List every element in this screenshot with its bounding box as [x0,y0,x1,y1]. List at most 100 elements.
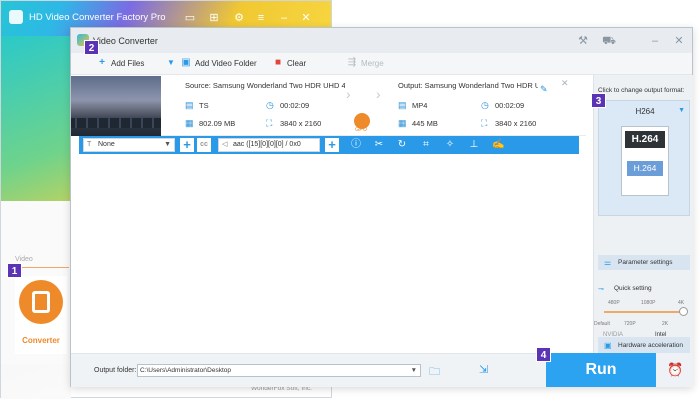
clock-icon: ◷ [481,100,489,110]
close-icon[interactable]: ✕ [671,33,687,49]
watermark-icon[interactable]: ⊥ [468,139,480,151]
run-button[interactable]: Run [546,353,656,387]
cart-icon[interactable]: ⛟ [601,33,617,49]
format-hint: Click to change output format: [598,87,685,94]
app-logo-icon [9,10,23,24]
cc-subtitle-icon[interactable]: cc [197,138,211,152]
open-folder-icon[interactable]: ⇲ [479,363,488,376]
intel-checkbox[interactable]: Intel [655,332,666,338]
callout-badge-1: 1 [7,263,22,278]
parameter-settings-label: Parameter settings [618,259,673,266]
parameter-settings-button[interactable]: ⚌ Parameter settings [598,255,690,270]
shop-icon[interactable]: ▭ [183,11,197,25]
add-audio-button[interactable]: + [325,138,339,152]
slider-fill [604,311,684,313]
merge-button[interactable]: ⇶ Merge [347,58,384,68]
tick-label: 2K [662,321,669,327]
trim-scissors-icon[interactable]: ✂ [373,139,385,151]
output-folder-field[interactable]: C:\Users\Administrator\Desktop ▼ [137,364,421,377]
format-icon: ▤ [398,100,407,110]
file-size-icon: ▦ [398,118,407,128]
tools-icon[interactable]: ⚒ [575,33,591,49]
slider-thumb[interactable] [679,307,688,316]
add-subtitle-button[interactable]: + [180,138,194,152]
clock-icon: ◷ [266,100,274,110]
minimize-icon[interactable]: – [277,11,291,25]
cart-icon[interactable]: ⊞ [207,11,221,25]
browse-folder-icon[interactable]: 🗀 [429,363,440,382]
alarm-clock-icon[interactable]: ⏰ [667,362,683,378]
callout-badge-2: 2 [84,40,99,55]
output-folder-label: Output folder: [94,367,137,374]
window-title: Video Converter [93,36,158,46]
trash-icon: ■ [274,57,282,68]
merge-icon: ⇶ [347,57,357,68]
toolbar: + Add Files ▼ ▣ Add Video Folder ■ Clear… [71,53,692,75]
slider-icon: ⊸ [598,286,604,293]
tick-label: 1080P [641,300,656,306]
menu-icon[interactable]: ≡ [254,11,268,25]
format-badge-light: H.264 [627,161,663,176]
output-duration: ◷ 00:02:09 [481,100,525,111]
resolution-icon: ⛶ [481,118,488,128]
output-format: ▤ MP4 [398,100,428,111]
add-video-folder-button[interactable]: ▣ Add Video Folder [181,57,256,68]
source-filename: Source: Samsung Wonderland Two HDR UHD 4… [185,81,345,90]
source-duration: ◷ 00:02:09 [266,100,310,111]
quick-setting-label: ⊸ Quick setting [598,285,652,293]
output-filename: Output: Samsung Wonderland Two HDR U... [398,81,538,90]
output-size: ▦ 445 MB [398,118,438,129]
window-titlebar: Video Converter ⚒ ⛟ – ✕ [71,28,692,53]
add-files-button[interactable]: + Add Files [97,58,144,68]
video-thumbnail[interactable] [71,76,161,136]
rotate-icon[interactable]: ↻ [396,139,408,151]
folder-plus-icon: ▣ [181,57,191,68]
audio-track-value: aac ([15][0][0][0] / 0x0 [233,141,301,148]
tick-label: 480P [608,300,620,306]
info-icon[interactable]: ⓘ [350,139,362,151]
output-format-selector[interactable]: H264 ▼ H.264 H.264 [598,100,690,216]
effects-icon[interactable]: ✧ [444,139,456,151]
sliders-icon: ⚌ [604,258,612,267]
hardware-acceleration-button[interactable]: ▣ Hardware acceleration [598,337,690,354]
rename-pencil-icon[interactable]: ✎ [540,84,548,95]
speaker-icon: ◁ [222,141,228,148]
clear-button[interactable]: ■ Clear [273,58,306,68]
subtitle-edit-icon[interactable]: ✍ [492,139,504,151]
output-folder-value: C:\Users\Administrator\Desktop [140,367,232,374]
crop-icon[interactable]: ⌗ [420,139,432,151]
chip-icon: ▣ [604,341,612,350]
add-files-dropdown-icon[interactable]: ▼ [167,58,175,67]
hardware-acceleration-label: Hardware acceleration [618,342,684,349]
format-icon: ▤ [185,100,194,110]
bottom-bar: Output folder: C:\Users\Administrator\De… [71,353,546,387]
film-converter-icon [19,280,63,324]
tick-label: 4K [678,300,685,306]
chevron-down-icon: ▼ [410,367,417,374]
output-format-panel: Click to change output format: H264 ▼ H.… [593,75,693,354]
output-resolution: ⛶ 3840 x 2160 [481,118,537,129]
chevron-down-icon: ▼ [678,107,685,114]
converter-tile[interactable]: Converter [15,276,67,354]
minimize-icon[interactable]: – [647,33,663,49]
chevron-right-icon: › [346,86,351,102]
clear-label: Clear [287,58,307,68]
alarm-area: ⏰ [656,353,693,387]
file-list-item[interactable]: Source: Samsung Wonderland Two HDR UHD 4… [71,76,586,136]
nvidia-checkbox[interactable]: NVIDIA [603,332,623,338]
subtitle-value: None [98,141,115,148]
chevron-right-icon: › [376,86,381,102]
callout-badge-3: 3 [591,93,606,108]
text-icon: T [87,141,92,148]
converter-label: Converter [22,336,60,345]
merge-label: Merge [361,58,384,68]
close-icon[interactable]: ✕ [299,11,313,25]
audio-track-select[interactable]: ◁ aac ([15][0][0][0] / 0x0 [218,138,320,152]
remove-file-icon[interactable]: ✕ [561,78,569,89]
settings-icon[interactable]: ⚙ [232,11,246,25]
video-section-label: Video [15,256,33,263]
subtitle-select[interactable]: T None ▼ [83,138,175,152]
video-converter-window: Video Converter ⚒ ⛟ – ✕ + Add Files ▼ ▣ … [70,27,693,387]
source-resolution: ⛶ 3840 x 2160 [266,118,322,129]
gpu-label: GPU [355,127,367,133]
